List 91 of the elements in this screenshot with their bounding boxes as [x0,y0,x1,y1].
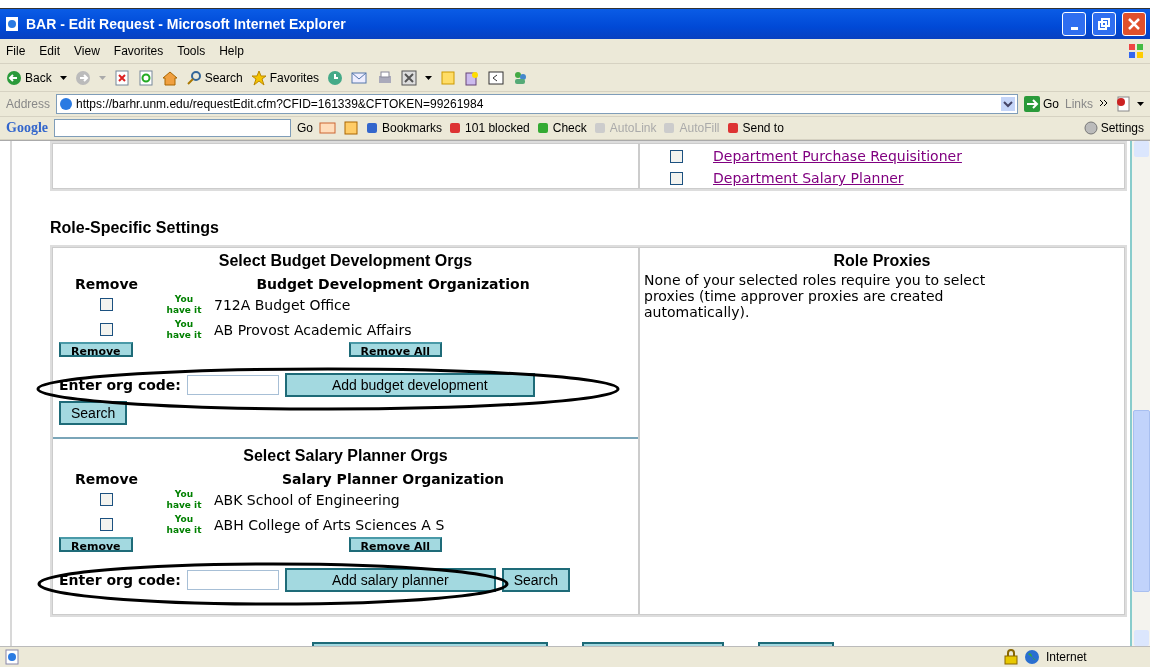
restore-button[interactable] [1092,12,1116,36]
role-checkbox[interactable] [670,171,683,185]
add-button[interactable]: Add salary planner [284,568,496,592]
refresh-icon[interactable] [137,69,154,86]
toolbar-button[interactable]: Bookmarks [365,121,443,135]
back-icon [6,69,22,86]
go-button[interactable]: Go [1023,96,1059,112]
restore-icon [1098,18,1110,30]
menu-item[interactable]: Edit [39,44,61,58]
section-title: Role-Specific Settings [50,219,220,237]
address-label: Address [6,97,51,111]
close-icon [1128,18,1140,30]
column-header: Remove [73,471,140,487]
remove-all-button[interactable]: Remove All [348,537,442,552]
document-icon[interactable] [1115,96,1131,112]
settings-button[interactable]: Settings [1083,121,1144,135]
role-checkbox[interactable] [670,149,683,163]
window-icon[interactable] [488,69,505,86]
remove-checkbox[interactable] [100,323,113,336]
org-name: 712A Budget Office [214,296,352,313]
remove-button[interactable]: Remove [59,537,133,552]
minimize-button[interactable] [1062,12,1086,36]
go-button[interactable]: Go [297,121,313,135]
window-title: BAR - Edit Request - Microsoft Internet Explorer [26,16,347,32]
org-code-field[interactable] [186,375,279,395]
role-link[interactable]: Department Salary Planner [713,170,904,186]
people-icon[interactable] [512,69,529,86]
menu-item[interactable]: View [74,44,100,58]
zone-label: Internet [1046,650,1088,664]
edit-icon[interactable] [401,69,418,86]
org-name: AB Provost Academic Affairs [214,321,413,338]
padlock-icon [1004,649,1018,665]
remove-all-button[interactable]: Remove All [348,342,442,357]
square-icon [535,121,550,135]
menu-item[interactable]: Favorites [113,44,164,58]
remove-checkbox[interactable] [100,298,113,311]
info-text: None of your selected roles require you to select proxies (time approver proxies are created automatically). [644,272,987,320]
status-label: You have it [166,513,202,536]
address-field[interactable]: https://barhr.unm.edu/requestEdit.cfm?CFID=161339&CFTOKEN=99261984 [56,94,1018,114]
square-icon [365,121,379,135]
org-code-field[interactable] [186,570,279,590]
org-name: ABK School of Engineering [214,491,401,508]
column-header: Budget Development Organization [255,276,531,292]
arrow-icon [1023,96,1040,112]
printer-icon[interactable] [377,69,394,86]
research-icon[interactable] [464,69,481,86]
remove-checkbox[interactable] [100,518,113,531]
stop-icon[interactable] [113,69,130,86]
status-label: You have it [166,488,202,511]
column-header: Salary Planner Organization [280,471,506,487]
status-label: You have it [166,318,202,341]
field-label: Enter org code: [59,572,181,588]
search-icon [185,69,202,86]
panel-title: Select Salary Planner Orgs [242,447,449,465]
status-label: You have it [166,293,202,316]
menu-item[interactable]: Help [219,44,244,58]
google-logo: Google [6,120,48,136]
search-button[interactable]: Search [59,401,128,425]
favorites-button[interactable]: Favorites [250,69,320,86]
remove-checkbox[interactable] [100,493,113,506]
remove-button[interactable]: Remove [59,342,133,357]
search-button[interactable]: Search [501,568,571,592]
panel-title: Role Proxies [832,252,932,270]
toolbar-button[interactable]: Send to [725,121,784,135]
close-button[interactable] [1122,12,1146,36]
search-field[interactable] [54,119,291,137]
panel-title: Select Budget Development Orgs [217,252,474,270]
org-name: ABH College of Arts Sciences A S [214,516,446,533]
dropdown-icon[interactable] [1000,97,1015,111]
history-icon[interactable] [327,69,344,86]
square-icon [725,121,740,135]
page-icon [4,16,20,32]
windows-logo-icon [1128,43,1144,59]
role-link[interactable]: Department Purchase Requisitioner [713,148,962,164]
page-icon [4,649,20,665]
menu-item[interactable]: Tools [177,44,206,58]
minimize-icon [1070,26,1078,30]
menu-item[interactable]: File [6,44,26,58]
square-icon [448,121,463,135]
home-icon[interactable] [161,69,178,86]
square-icon [662,121,677,135]
circle-icon [1083,121,1098,135]
star-icon [250,69,267,86]
square-icon [592,121,607,135]
envelope-icon[interactable] [351,69,370,86]
column-header: Remove [73,276,140,292]
toolbar-button[interactable]: Check [535,121,587,135]
search-button[interactable]: Search [185,69,243,86]
add-button[interactable]: Add budget development [284,373,535,397]
back-button[interactable]: Back [6,69,52,86]
toolbar-button[interactable]: 101 blocked [448,121,530,135]
